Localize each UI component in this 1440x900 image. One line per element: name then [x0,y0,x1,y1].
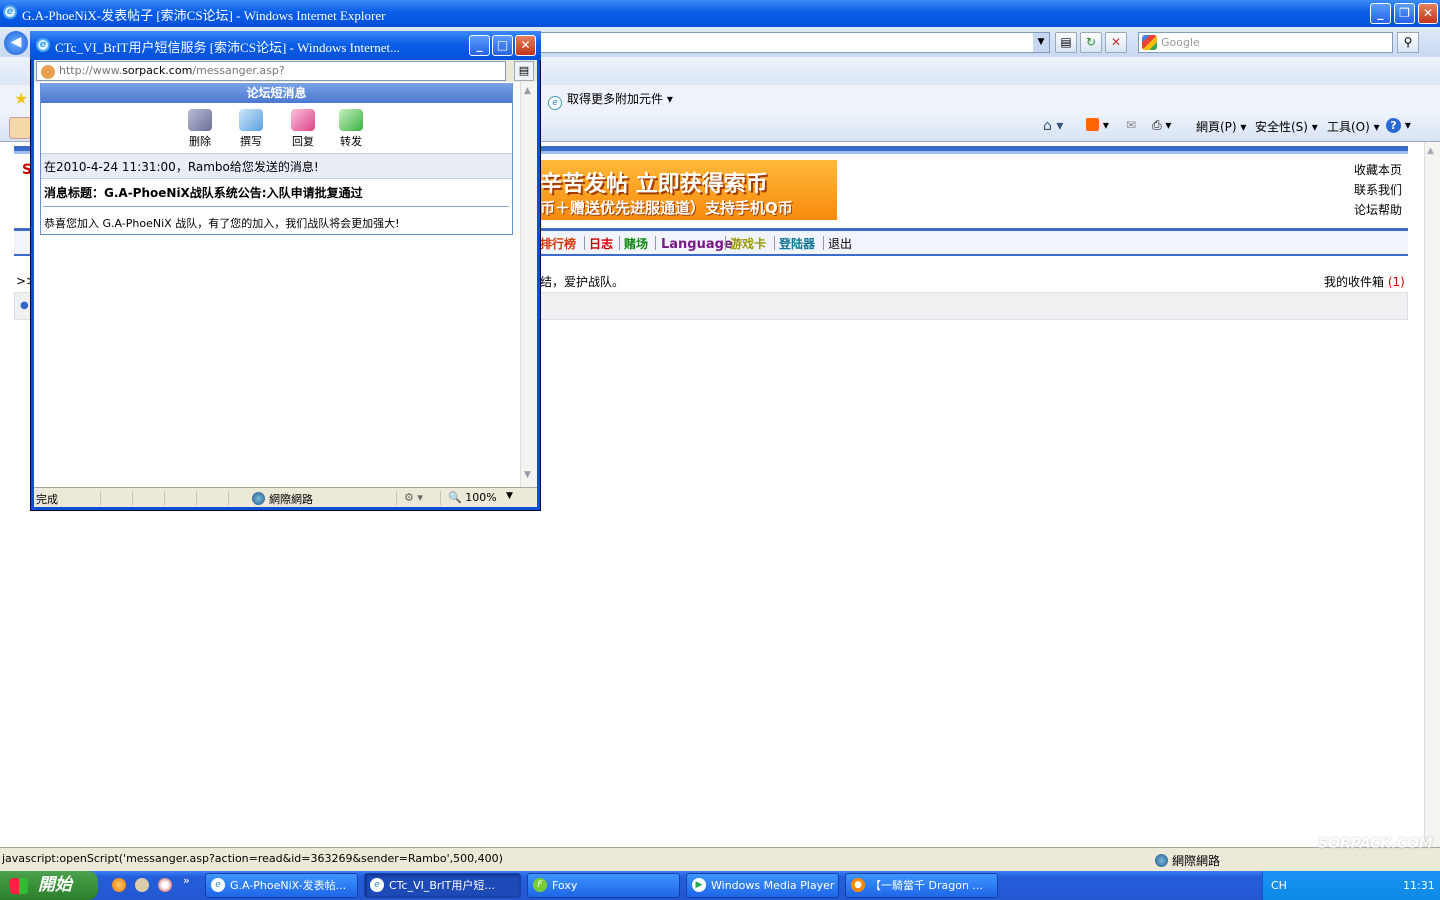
read-mail-icon[interactable]: ✉ [1126,118,1136,132]
bullet-icon: ● [20,300,29,311]
ie-addon-icon: e [548,96,562,110]
back-button[interactable]: ◀ [4,31,28,55]
reply-icon [291,109,315,131]
close-button[interactable]: ✕ [1418,3,1438,24]
message-body: 恭喜您加入 G.A-PhoeNiX 战队，有了您的加入，我们战队将会更加强大! [44,217,400,230]
menu-journal[interactable]: 日志 [589,235,613,252]
windows-flag-icon [10,878,28,894]
popup-status-bar: 完成 網際網路 ⚙ ▾ 🔍 100% ▼ [34,487,537,507]
popup-minimize-button[interactable]: _ [469,35,490,56]
protected-mode-icon[interactable]: ⚙ ▾ [404,491,423,504]
quicklaunch-more-icon[interactable]: » [183,874,190,887]
status-bar: javascript:openScript('messanger.asp?act… [0,847,1440,871]
internet-zone: 網際網路 [1155,852,1220,869]
sorpack-watermark: SORPACK.COM [1318,836,1433,852]
refresh-button[interactable]: ↻ [1080,32,1102,53]
message-subject: 消息标题：G.A-PhoeNiX战队系统公告:入队申请批复通过 [44,186,363,200]
message-header: 在2010-4-24 11:31:00，Rambo给您发送的消息! [41,153,512,179]
ie-icon: e [370,878,384,892]
home-icon[interactable]: ⌂ ▾ [1043,118,1063,134]
page-scrollbar[interactable]: ▲ [1424,142,1440,847]
print-icon[interactable]: ⎙ ▾ [1152,118,1171,133]
task-media-player[interactable]: ▶ Windows Media Player [686,873,839,898]
globe-icon [252,492,265,505]
task-firefox[interactable]: ● 【一騎當千 Dragon ... [845,873,998,898]
page-menu[interactable]: 網頁(P) ▾ [1196,118,1246,135]
delete-icon [188,109,212,131]
stop-button[interactable]: ✕ [1105,32,1127,53]
search-input[interactable]: Google [1138,32,1393,53]
feeds-icon[interactable]: ▾ [1086,118,1109,132]
contact-us-link[interactable]: 联系我们 [1354,181,1402,198]
tools-menu[interactable]: 工具(O) ▾ [1327,118,1380,135]
search-placeholder: Google [1161,36,1200,49]
address-bar[interactable]: ▼ [540,32,1050,53]
quicklaunch-firefox-icon[interactable] [112,878,126,892]
globe-icon [1155,854,1168,867]
tab-favicon[interactable] [9,117,31,139]
forward-icon [339,109,363,131]
media-player-icon: ▶ [692,878,706,892]
restore-button[interactable]: ❐ [1394,3,1415,24]
status-text: javascript:openScript('messanger.asp?act… [2,852,503,865]
menu-casino[interactable]: 赌场 [624,235,648,252]
ie-icon: e [211,878,225,892]
menu-ranking[interactable]: 排行榜 [540,235,576,252]
popup-titlebar[interactable]: e CTc_VI_BrIT用户短信服务 [索沛CS论坛] - Windows I… [30,31,541,60]
start-button[interactable]: 開始 [0,871,98,900]
minimize-button[interactable]: _ [1370,3,1391,24]
quicklaunch-app-icon[interactable] [135,878,149,892]
popup-internet-zone: 網際網路 [252,491,313,507]
popup-status-done: 完成 [36,493,58,506]
menu-game-card[interactable]: 游戏卡 [730,235,766,252]
google-icon [1142,35,1157,50]
task-main-ie[interactable]: e G.A-PhoeNiX-发表帖... [205,873,358,898]
main-window-title: G.A-PhoeNiX-发表帖子 [索沛CS论坛] - Windows Inte… [22,8,386,23]
task-popup-ie[interactable]: e CTc_VI_BrIT用户短... [364,873,521,898]
forum-help-link[interactable]: 论坛帮助 [1354,201,1402,218]
compat-view-button[interactable]: ▤ [1055,32,1077,53]
menu-logout[interactable]: 退出 [828,235,852,252]
help-icon[interactable]: ? ▾ [1386,118,1411,133]
delete-button[interactable]: 删除 [180,109,220,149]
foxy-icon: F [533,878,547,892]
inbox-link[interactable]: 我的收件箱 (1) [1324,273,1405,290]
ie-logo-icon: e [36,38,50,52]
popup-title: CTc_VI_BrIT用户短信服务 [索沛CS论坛] - Windows Int… [55,40,400,55]
divider [43,206,509,207]
forward-button[interactable]: 转发 [331,109,371,149]
bookmark-page-link[interactable]: 收藏本页 [1354,161,1402,178]
favorites-star-icon[interactable]: ★ [14,89,28,108]
quicklaunch-media-icon[interactable] [158,878,172,892]
task-foxy[interactable]: F Foxy [527,873,680,898]
compose-button[interactable]: 撰写 [231,109,271,149]
get-addons-link[interactable]: e 取得更多附加元件 ▾ [548,90,673,110]
search-button[interactable]: ⚲ [1397,32,1419,53]
popup-maximize-button[interactable]: □ [492,35,513,56]
reply-button[interactable]: 回复 [283,109,323,149]
main-window-titlebar[interactable]: e G.A-PhoeNiX-发表帖子 [索沛CS论坛] - Windows In… [0,0,1440,27]
zoom-dropdown-icon[interactable]: ▼ [506,491,513,501]
message-panel-title: 论坛短消息 [41,83,512,103]
address-dropdown-icon[interactable]: ▼ [1033,33,1049,52]
menu-language[interactable]: Language [661,237,733,252]
site-favicon [41,65,55,79]
ad-banner[interactable]: 辛苦发帖 立即获得索币 币＋赠送优先进服通道）支持手机Q币 [540,160,837,220]
compose-icon [239,109,263,131]
safety-menu[interactable]: 安全性(S) ▾ [1255,118,1318,135]
popup-zoom-control[interactable]: 🔍 100% [448,491,497,504]
forum-notice-text: 结，爱护战队。 [540,275,625,289]
popup-compat-icon[interactable]: ▤ [514,61,534,81]
ie-logo-icon: e [3,5,17,19]
menu-launcher[interactable]: 登陆器 [779,235,815,252]
popup-close-button[interactable]: ✕ [515,35,536,56]
popup-scrollbar[interactable]: ▲ ▼ [520,82,537,487]
firefox-icon: ● [851,878,865,892]
popup-address-bar[interactable]: http://www.sorpack.com/messanger.asp?act… [34,60,537,95]
